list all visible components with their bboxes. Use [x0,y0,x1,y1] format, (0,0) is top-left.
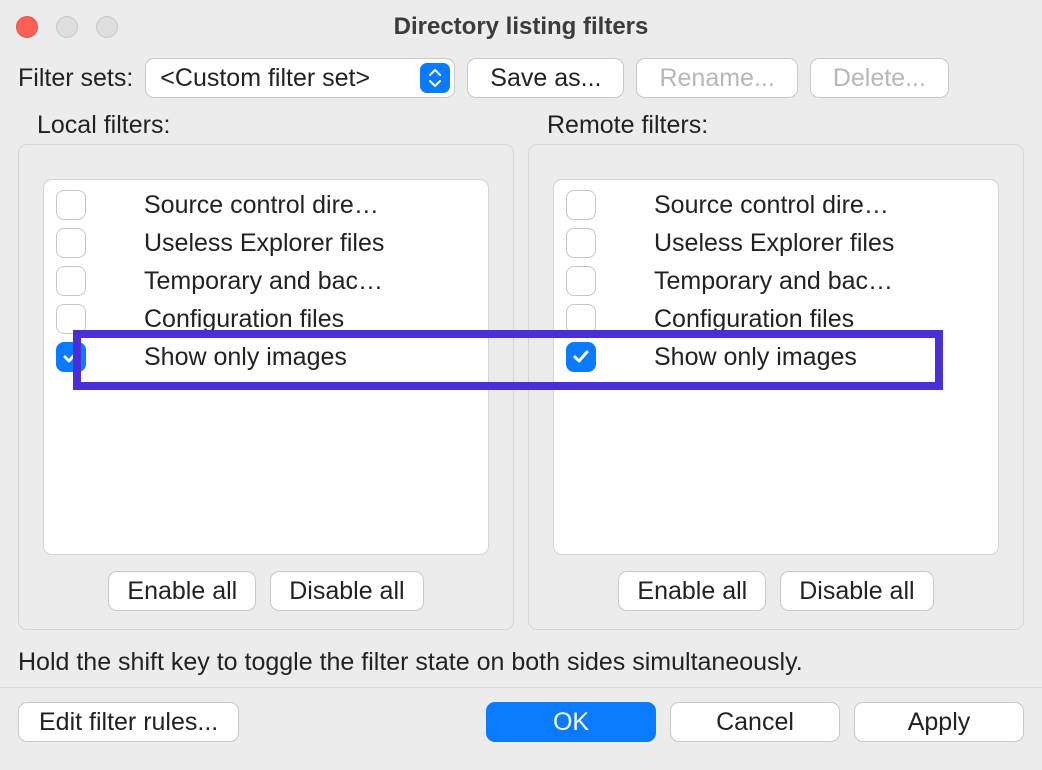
list-item[interactable]: Temporary and bac… [554,262,998,300]
dialog-window: Directory listing filters Filter sets: <… [0,0,1042,770]
local-enable-all-button[interactable]: Enable all [108,571,256,611]
filter-sets-label: Filter sets: [18,64,133,93]
list-item-label: Source control dire… [144,191,476,220]
remote-checkbox-0[interactable] [566,190,596,220]
local-checkbox-1[interactable] [56,228,86,258]
filter-sets-dropdown[interactable]: <Custom filter set> [145,58,455,98]
remote-checkbox-1[interactable] [566,228,596,258]
local-disable-all-button[interactable]: Disable all [270,571,423,611]
list-item-label: Show only images [654,343,986,372]
local-filters-title: Local filters: [37,111,170,140]
remote-checkbox-2[interactable] [566,266,596,296]
remote-filters-list[interactable]: Source control dire… Useless Explorer fil… [553,179,999,555]
remote-checkbox-4[interactable] [566,342,596,372]
list-item[interactable]: Source control dire… [554,186,998,224]
filter-sets-row: Filter sets: <Custom filter set> Save as… [0,54,1042,110]
window-title: Directory listing filters [0,13,1042,41]
list-item[interactable]: Configuration files [554,300,998,338]
hint-text: Hold the shift key to toggle the filter … [0,630,1042,687]
list-item-label: Temporary and bac… [654,267,986,296]
local-filters-list[interactable]: Source control dire… Useless Explorer fil… [43,179,489,555]
panels: Local filters: Source control dire…Usele… [0,144,1042,630]
apply-button[interactable]: Apply [854,702,1024,742]
list-item[interactable]: Useless Explorer files [554,224,998,262]
edit-filter-rules-button[interactable]: Edit filter rules... [18,702,239,742]
list-item-label: Configuration files [654,305,986,334]
list-item[interactable]: Source control dire… [44,186,488,224]
minimize-icon[interactable] [56,16,78,38]
ok-button[interactable]: OK [486,702,656,742]
list-item-label: Source control dire… [654,191,986,220]
titlebar: Directory listing filters [0,0,1042,54]
window-controls [16,16,118,38]
zoom-icon[interactable] [96,16,118,38]
list-item[interactable]: Useless Explorer files [44,224,488,262]
list-item[interactable]: Configuration files [44,300,488,338]
list-item-label: Show only images [144,343,476,372]
list-item-label: Useless Explorer files [654,229,986,258]
close-icon[interactable] [16,16,38,38]
list-item-label: Temporary and bac… [144,267,476,296]
save-as-button[interactable]: Save as... [467,58,624,98]
remote-filters-title: Remote filters: [547,111,708,140]
local-checkbox-0[interactable] [56,190,86,220]
list-item[interactable]: Show only images [554,338,998,376]
list-item[interactable]: Show only images [44,338,488,376]
list-item-label: Useless Explorer files [144,229,476,258]
rename-button[interactable]: Rename... [636,58,797,98]
list-item[interactable]: Temporary and bac… [44,262,488,300]
local-checkbox-3[interactable] [56,304,86,334]
remote-checkbox-3[interactable] [566,304,596,334]
cancel-button[interactable]: Cancel [670,702,840,742]
remote-enable-all-button[interactable]: Enable all [618,571,766,611]
local-filters-panel: Local filters: Source control dire…Usele… [18,144,514,630]
list-item-label: Configuration files [144,305,476,334]
remote-filters-panel: Remote filters: Source control dire…Usel… [528,144,1024,630]
filter-sets-value: <Custom filter set> [160,64,370,93]
local-checkbox-2[interactable] [56,266,86,296]
bottom-button-row: Edit filter rules... OK Cancel Apply [0,687,1042,754]
delete-button[interactable]: Delete... [810,58,949,98]
chevron-up-down-icon [420,63,450,93]
local-checkbox-4[interactable] [56,342,86,372]
remote-disable-all-button[interactable]: Disable all [780,571,933,611]
